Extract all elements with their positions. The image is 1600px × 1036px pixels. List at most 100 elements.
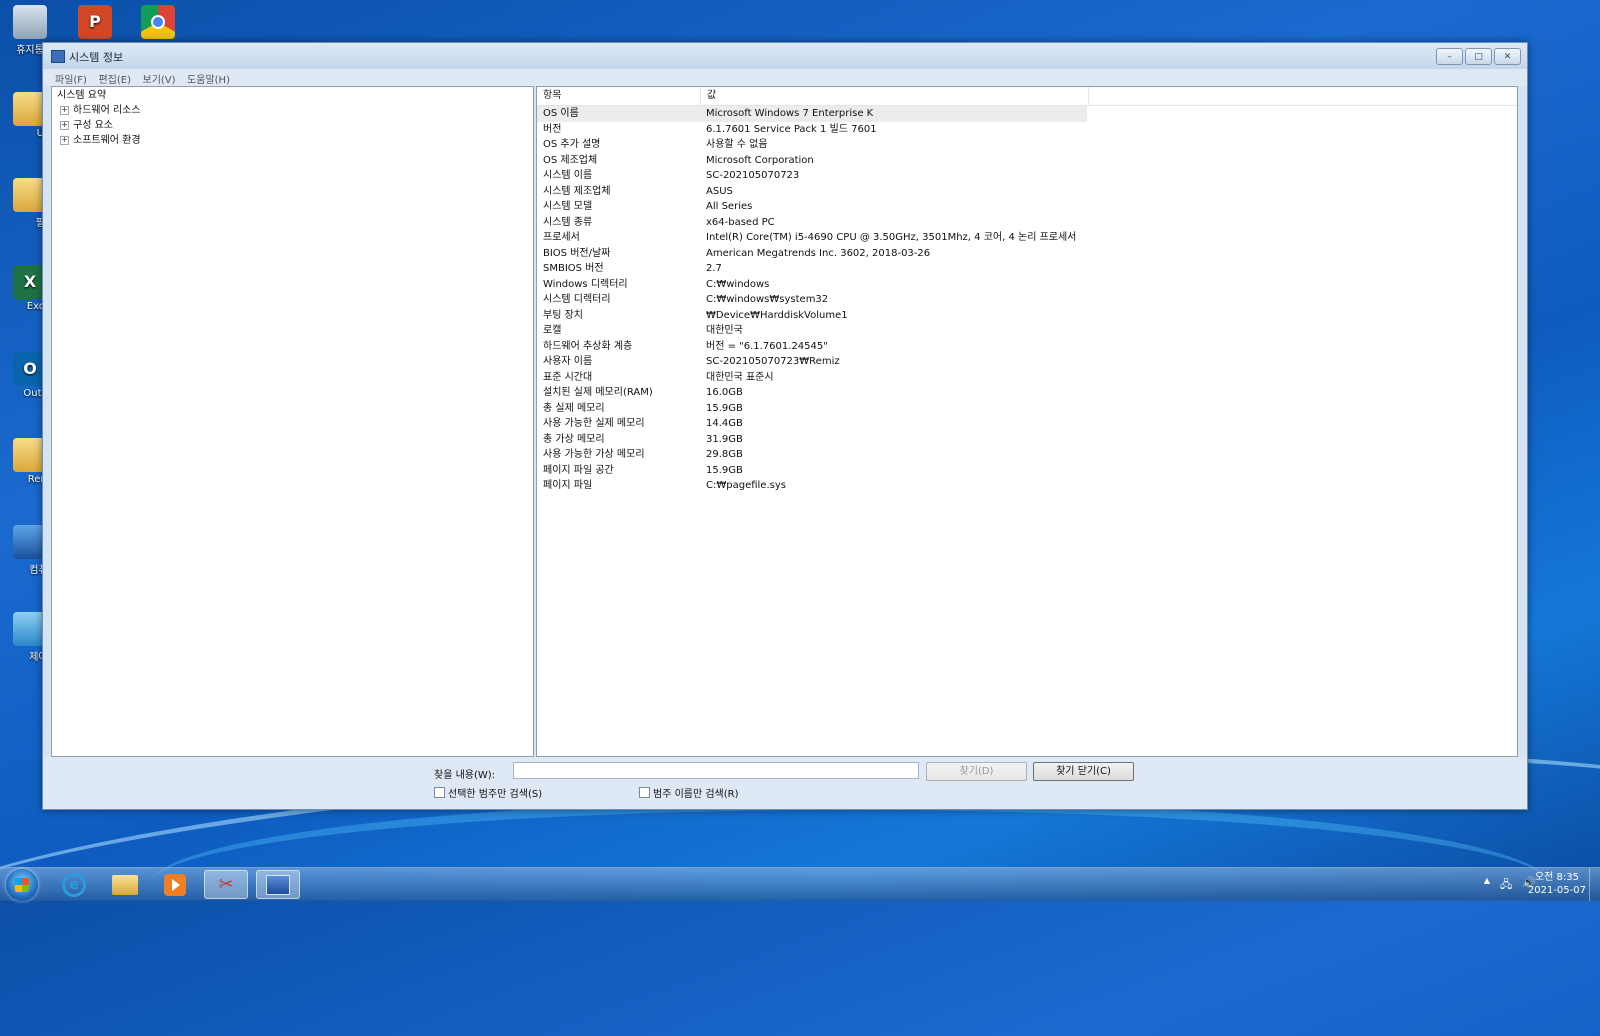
desktop-icon-chrome[interactable] <box>128 5 188 41</box>
network-icon[interactable]: 🖧 <box>1500 876 1512 895</box>
show-desktop-button[interactable] <box>1589 868 1600 901</box>
expand-icon[interactable]: + <box>60 121 69 130</box>
checkbox-icon <box>434 787 445 798</box>
row-value: 대한민국 <box>706 325 743 336</box>
row-value: ASUS <box>706 185 733 197</box>
row-value: C:₩windows₩system32 <box>706 294 829 305</box>
find-input[interactable] <box>513 762 919 779</box>
taskbar-system-information[interactable] <box>256 870 300 899</box>
clock[interactable]: 오전 8:35 2021-05-07 <box>1528 871 1586 897</box>
row-value: ₩Device₩HarddiskVolume1 <box>706 309 848 321</box>
row-value: SC-202105070723₩Remiz <box>706 356 840 367</box>
find-button[interactable]: 찾기(D) <box>926 762 1027 781</box>
taskbar-internet-explorer[interactable]: e <box>52 870 96 899</box>
row-item: 시스템 종류 <box>543 216 593 228</box>
taskbar-snipping-tool[interactable]: ✂ <box>204 870 248 899</box>
row-item: Windows 디렉터리 <box>543 278 628 290</box>
row-value: C:₩pagefile.sys <box>706 480 786 491</box>
checkbox-icon <box>639 787 650 798</box>
expand-icon[interactable]: + <box>60 136 69 145</box>
table-row[interactable]: 사용 가능한 가상 메모리 29.8GB <box>537 447 1517 463</box>
row-value: C:₩windows <box>706 278 770 290</box>
table-row[interactable]: 페이지 파일 공간 15.9GB <box>537 463 1517 479</box>
table-row[interactable]: 시스템 종류 x64-based PC <box>537 215 1517 231</box>
tree-item-software-environment[interactable]: + 소프트웨어 환경 <box>52 133 533 148</box>
table-row[interactable]: 부팅 장치 ₩Device₩HarddiskVolume1 <box>537 308 1517 324</box>
tree-item-label: 하드웨어 리소스 <box>73 105 141 116</box>
table-row[interactable]: 표준 시간대 대한민국 표준시 <box>537 370 1517 386</box>
tree-item-hardware-resources[interactable]: + 하드웨어 리소스 <box>52 103 533 118</box>
table-row[interactable]: OS 제조업체 Microsoft Corporation <box>537 153 1517 169</box>
search-selected-category-checkbox[interactable]: 선택한 범주만 검색(S) <box>434 785 542 800</box>
system-information-icon <box>51 50 65 63</box>
list-body: OS 이름 Microsoft Windows 7 Enterprise K 버전 6… <box>537 106 1517 494</box>
minimize-button[interactable]: – <box>1436 48 1463 65</box>
row-item: 총 가상 메모리 <box>543 433 605 445</box>
table-row[interactable]: 총 가상 메모리 31.9GB <box>537 432 1517 448</box>
row-item: 사용자 이름 <box>543 356 593 367</box>
table-row[interactable]: OS 이름 Microsoft Windows 7 Enterprise K <box>537 106 1517 122</box>
tree-item-components[interactable]: + 구성 요소 <box>52 118 533 133</box>
column-header-item[interactable]: 항목 <box>537 87 701 105</box>
table-row[interactable]: Windows 디렉터리 C:₩windows <box>537 277 1517 293</box>
clock-date: 2021-05-07 <box>1527 885 1586 896</box>
close-find-button[interactable]: 찾기 닫기(C) <box>1033 762 1134 781</box>
recycle-bin-icon <box>13 5 47 39</box>
search-category-names-checkbox[interactable]: 범주 이름만 검색(R) <box>639 785 739 800</box>
table-row[interactable]: 버전 6.1.7601 Service Pack 1 빌드 7601 <box>537 122 1517 138</box>
close-icon: ✕ <box>1503 51 1512 62</box>
row-item: 사용 가능한 가상 메모리 <box>543 449 645 460</box>
tree-item-system-summary[interactable]: 시스템 요약 <box>52 88 533 103</box>
table-row[interactable]: 시스템 제조업체 ASUS <box>537 184 1517 200</box>
category-tree[interactable]: 시스템 요약 + 하드웨어 리소스 + 구성 요소 + 소프트웨어 환경 <box>51 86 534 757</box>
minimize-icon: – <box>1447 51 1452 62</box>
maximize-icon: □ <box>1474 51 1483 62</box>
window-title: 시스템 정보 <box>69 51 124 64</box>
checkbox-label: 선택한 범주만 검색(S) <box>448 789 543 800</box>
tray-expand-icon[interactable]: ▲ <box>1484 876 1490 895</box>
row-item: OS 제조업체 <box>543 154 598 166</box>
media-player-icon <box>164 873 186 896</box>
row-item: SMBIOS 버전 <box>543 263 604 274</box>
list-header: 항목 값 <box>537 87 1517 106</box>
row-item: 시스템 디렉터리 <box>543 294 611 305</box>
row-item: 사용 가능한 실제 메모리 <box>543 418 645 429</box>
table-row[interactable]: 시스템 디렉터리 C:₩windows₩system32 <box>537 292 1517 308</box>
column-header-value[interactable]: 값 <box>701 87 1089 105</box>
taskbar-file-explorer[interactable] <box>103 870 147 899</box>
table-row[interactable]: OS 추가 설명 사용할 수 없음 <box>537 137 1517 153</box>
table-row[interactable]: BIOS 버전/날짜 American Megatrends Inc. 3602,… <box>537 246 1517 262</box>
internet-explorer-icon: e <box>62 872 86 897</box>
desktop-icon-powerpoint[interactable]: P <box>65 5 125 41</box>
details-list[interactable]: 항목 값 OS 이름 Microsoft Windows 7 Enterprise… <box>536 86 1518 757</box>
row-item: 총 실제 메모리 <box>543 402 605 414</box>
system-information-icon <box>266 874 290 895</box>
table-row[interactable]: SMBIOS 버전 2.7 <box>537 261 1517 277</box>
expand-icon[interactable]: + <box>60 106 69 115</box>
row-value: Intel(R) Core(TM) i5-4690 CPU @ 3.50GHz,… <box>706 232 1077 243</box>
table-row[interactable]: 프로세서 Intel(R) Core(TM) i5-4690 CPU @ 3.50… <box>537 230 1517 246</box>
row-value: Microsoft Corporation <box>706 154 814 166</box>
row-value: 14.4GB <box>706 418 743 429</box>
table-row[interactable]: 시스템 이름 SC-202105070723 <box>537 168 1517 184</box>
table-row[interactable]: 페이지 파일 C:₩pagefile.sys <box>537 478 1517 494</box>
table-row[interactable]: 총 실제 메모리 15.9GB <box>537 401 1517 417</box>
table-row[interactable]: 시스템 모델 All Series <box>537 199 1517 215</box>
taskbar-media-player[interactable] <box>153 870 197 899</box>
table-row[interactable]: 사용 가능한 실제 메모리 14.4GB <box>537 416 1517 432</box>
taskbar: e ✂ ▲ 🖧 🔊 오전 8:35 2021-05-07 <box>0 867 1600 901</box>
close-button[interactable]: ✕ <box>1494 48 1521 65</box>
row-item: BIOS 버전/날짜 <box>543 247 611 259</box>
table-row[interactable]: 설치된 실제 메모리(RAM) 16.0GB <box>537 385 1517 401</box>
maximize-button[interactable]: □ <box>1465 48 1492 65</box>
title-bar[interactable]: 시스템 정보 – □ ✕ <box>43 43 1527 69</box>
table-row[interactable]: 로캘 대한민국 <box>537 323 1517 339</box>
table-row[interactable]: 사용자 이름 SC-202105070723₩Remiz <box>537 354 1517 370</box>
table-row[interactable]: 하드웨어 추상화 계층 버전 = "6.1.7601.24545" <box>537 339 1517 355</box>
row-item: OS 추가 설명 <box>543 139 601 150</box>
start-button[interactable] <box>6 869 38 901</box>
row-value: American Megatrends Inc. 3602, 2018-03-2… <box>706 247 931 259</box>
row-value: SC-202105070723 <box>706 170 800 181</box>
row-item: 시스템 제조업체 <box>543 185 611 197</box>
row-value: 사용할 수 없음 <box>706 139 768 150</box>
